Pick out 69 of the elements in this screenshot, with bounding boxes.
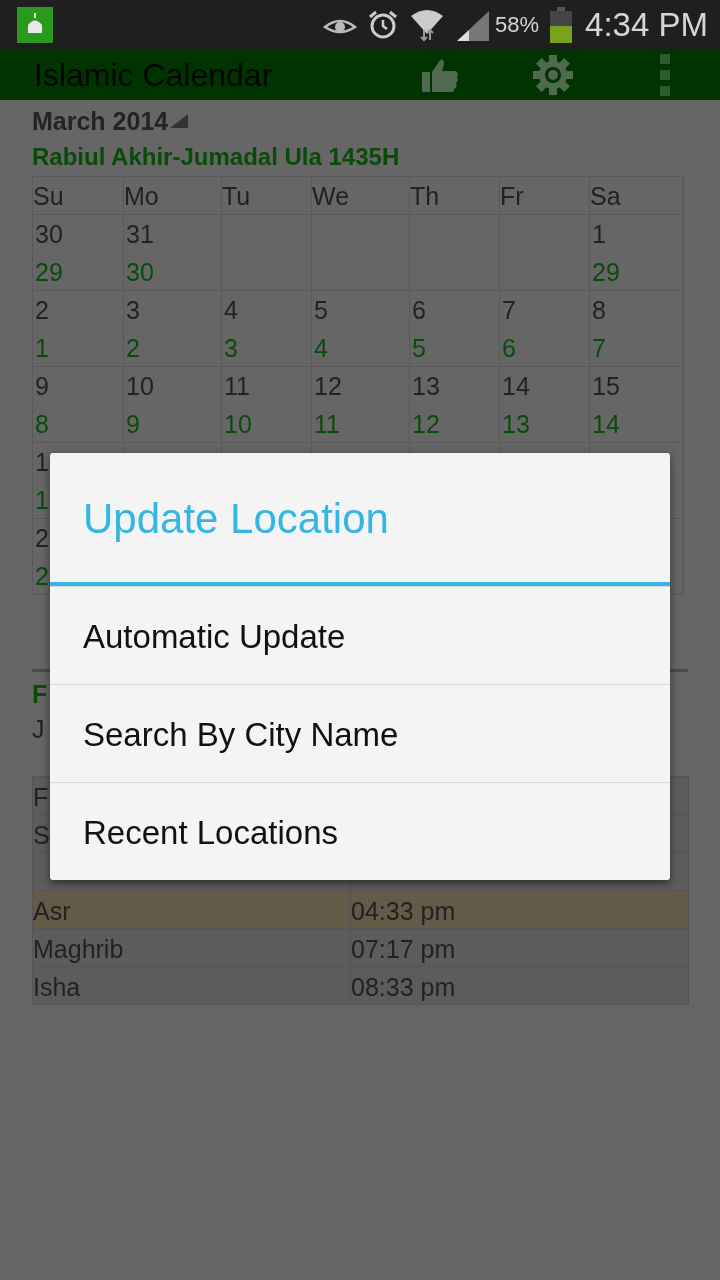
hijri-day: 12 [410,405,440,443]
signal-icon [455,9,492,41]
prayer-time-cell: 04:33 pm [351,891,689,929]
settings-icon[interactable] [532,54,574,96]
hijri-day: 5 [410,329,426,367]
gregorian-day[interactable]: 3 [124,291,140,329]
weekday-header: Fr [500,177,589,214]
weekday-header: Th [410,177,499,214]
gregorian-day[interactable]: 1 [33,443,49,481]
weekday-header: Mo [124,177,221,214]
hijri-day: 6 [500,329,516,367]
wifi-icon [409,8,446,42]
app-icon [17,7,53,43]
dialog-option[interactable]: Search By City Name [50,684,670,782]
gregorian-day[interactable]: 6 [410,291,426,329]
hijri-day: 1 [33,329,49,367]
hijri-day: 4 [312,329,328,367]
hijri-day: 3 [222,329,238,367]
dialog-option[interactable]: Automatic Update [50,586,670,684]
gregorian-day[interactable]: 8 [590,291,606,329]
hijri-day: 2 [124,329,140,367]
battery-percentage: 58% [495,12,540,38]
gregorian-day[interactable]: 4 [222,291,238,329]
gregorian-day[interactable]: 9 [33,367,49,405]
hijri-day: 10 [222,405,252,443]
hijri-day: 1 [33,481,49,519]
day-info-title: F [32,679,48,710]
prayer-name-cell: Maghrib [33,929,351,967]
hijri-day: 11 [312,405,340,443]
hijri-day: 30 [124,253,154,291]
dialog-option[interactable]: Recent Locations [50,782,670,880]
hijri-day: 29 [590,253,620,291]
hijri-day: 2 [33,557,49,595]
dialog-title: Update Location [83,495,389,543]
dropdown-triangle-icon [170,114,189,128]
hijri-day: 29 [33,253,63,291]
gregorian-day[interactable]: 13 [410,367,440,405]
hijri-day: 8 [33,405,49,443]
gregorian-day[interactable]: 12 [312,367,342,405]
month-selector[interactable]: March 2014 [32,104,189,138]
hijri-day: 13 [500,405,530,443]
gregorian-day[interactable]: 14 [500,367,530,405]
gregorian-day[interactable]: 11 [222,367,250,405]
prayer-time-cell: 08:33 pm [351,967,689,1005]
alarm-icon [367,9,400,41]
battery-icon [549,7,574,43]
gregorian-day[interactable]: 7 [500,291,516,329]
menu-icon[interactable] [660,54,670,96]
hijri-day: 7 [590,329,606,367]
gregorian-day[interactable]: 30 [33,215,63,253]
hijri-month-range: Rabiul Akhir-Jumadal Ula 1435H [32,142,401,172]
gregorian-day[interactable]: 15 [590,367,620,405]
gregorian-day[interactable]: 2 [33,519,49,557]
gregorian-day[interactable]: 2 [33,291,49,329]
weekday-header: We [312,177,409,214]
prayer-name-cell: Asr [33,891,351,929]
gregorian-day[interactable]: 31 [124,215,154,253]
clock: 4:34 PM [585,6,708,44]
prayer-time-cell: 07:17 pm [351,929,689,967]
hijri-day: 9 [124,405,140,443]
hijri-day: 14 [590,405,620,443]
gregorian-day[interactable]: 10 [124,367,154,405]
weekday-header: Su [33,177,123,214]
gregorian-day[interactable]: 5 [312,291,328,329]
gregorian-day[interactable]: 1 [590,215,606,253]
weekday-header: Tu [222,177,311,214]
weekday-header: Sa [590,177,682,214]
day-info-date: J [32,714,45,745]
prayer-name-cell: Isha [33,967,351,1005]
